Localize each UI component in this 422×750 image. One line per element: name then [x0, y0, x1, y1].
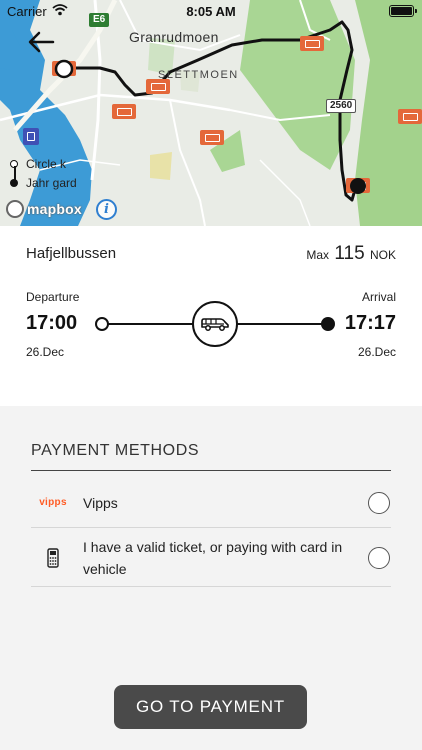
place-label-slettmoen: SLETTMOEN — [158, 69, 239, 81]
title-divider — [31, 470, 391, 471]
legend-row-end: Jahr gard — [9, 173, 77, 192]
status-bar: Carrier 8:05 AM — [0, 0, 422, 22]
train-station-icon[interactable] — [23, 128, 39, 145]
arrival-label: Arrival — [361, 290, 396, 304]
legend-connector — [14, 166, 16, 180]
trip-start-dot-icon — [95, 317, 109, 331]
go-to-payment-button[interactable]: GO TO PAYMENT — [114, 685, 307, 729]
payment-methods-title: PAYMENT METHODS — [31, 442, 200, 459]
arrival-date: 26.Dec — [357, 345, 396, 359]
bus-stop-icon[interactable] — [146, 79, 170, 94]
road-shield-2560: 2560 — [326, 99, 357, 113]
bus-stop-icon[interactable] — [200, 130, 224, 145]
departure-label: Departure — [26, 290, 80, 304]
legend-end-label: Jahr gard — [26, 175, 77, 190]
vipps-logo: vipps — [31, 497, 75, 508]
payment-option-card-in-vehicle[interactable]: I have a valid ticket, or paying with ca… — [31, 529, 391, 587]
vipps-wordmark: vipps — [39, 497, 67, 508]
operator-name: Hafjellbussen — [26, 245, 117, 262]
payment-option-label: I have a valid ticket, or paying with ca… — [83, 538, 343, 577]
clock: 8:05 AM — [186, 4, 236, 19]
payment-option-label: Vipps — [83, 494, 118, 511]
route-start-marker-icon — [54, 59, 74, 79]
route-end-marker-icon — [350, 178, 366, 194]
map-legend: Circle k Jahr gard — [9, 154, 77, 192]
departure-date: 26.Dec — [26, 345, 65, 359]
card-terminal-icon — [47, 547, 59, 568]
card-terminal-icon-wrapper — [31, 547, 75, 568]
bus-stop-icon[interactable] — [398, 109, 422, 124]
battery-icon — [389, 5, 417, 17]
bus-stop-icon[interactable] — [112, 104, 136, 119]
card-radio-button[interactable] — [368, 546, 390, 569]
mapbox-icon — [6, 200, 24, 218]
trip-end-dot-icon — [321, 317, 335, 331]
van-icon — [201, 318, 229, 331]
departure-time: 17:00 — [26, 312, 78, 334]
price-currency: NOK — [369, 248, 396, 262]
bus-stop-icon[interactable] — [300, 36, 324, 51]
place-label-granrudmoen: Granrudmoen — [129, 29, 219, 45]
legend-start-label: Circle k — [26, 156, 67, 171]
route-map[interactable]: Granrudmoen SLETTMOEN E6 2560 Circle k J… — [0, 0, 422, 226]
payment-section: PAYMENT METHODS vipps Vipps I have a val… — [0, 406, 422, 750]
info-button[interactable]: i — [96, 199, 117, 220]
vehicle-badge — [192, 301, 238, 347]
mapbox-logo[interactable]: mapbox — [6, 200, 82, 218]
back-arrow-icon[interactable] — [26, 30, 56, 54]
price-amount: 115 — [334, 243, 365, 264]
vipps-radio-button[interactable] — [368, 491, 390, 514]
price-prefix: Max — [306, 248, 329, 262]
payment-option-vipps[interactable]: vipps Vipps — [31, 478, 391, 528]
legend-row-start: Circle k — [9, 154, 77, 173]
trip-summary-card: Hafjellbussen Max 115 NOK Departure Arri… — [0, 226, 422, 406]
arrival-time: 17:17 — [344, 312, 396, 334]
mapbox-wordmark: mapbox — [27, 201, 82, 217]
price: Max 115 NOK — [306, 243, 396, 265]
